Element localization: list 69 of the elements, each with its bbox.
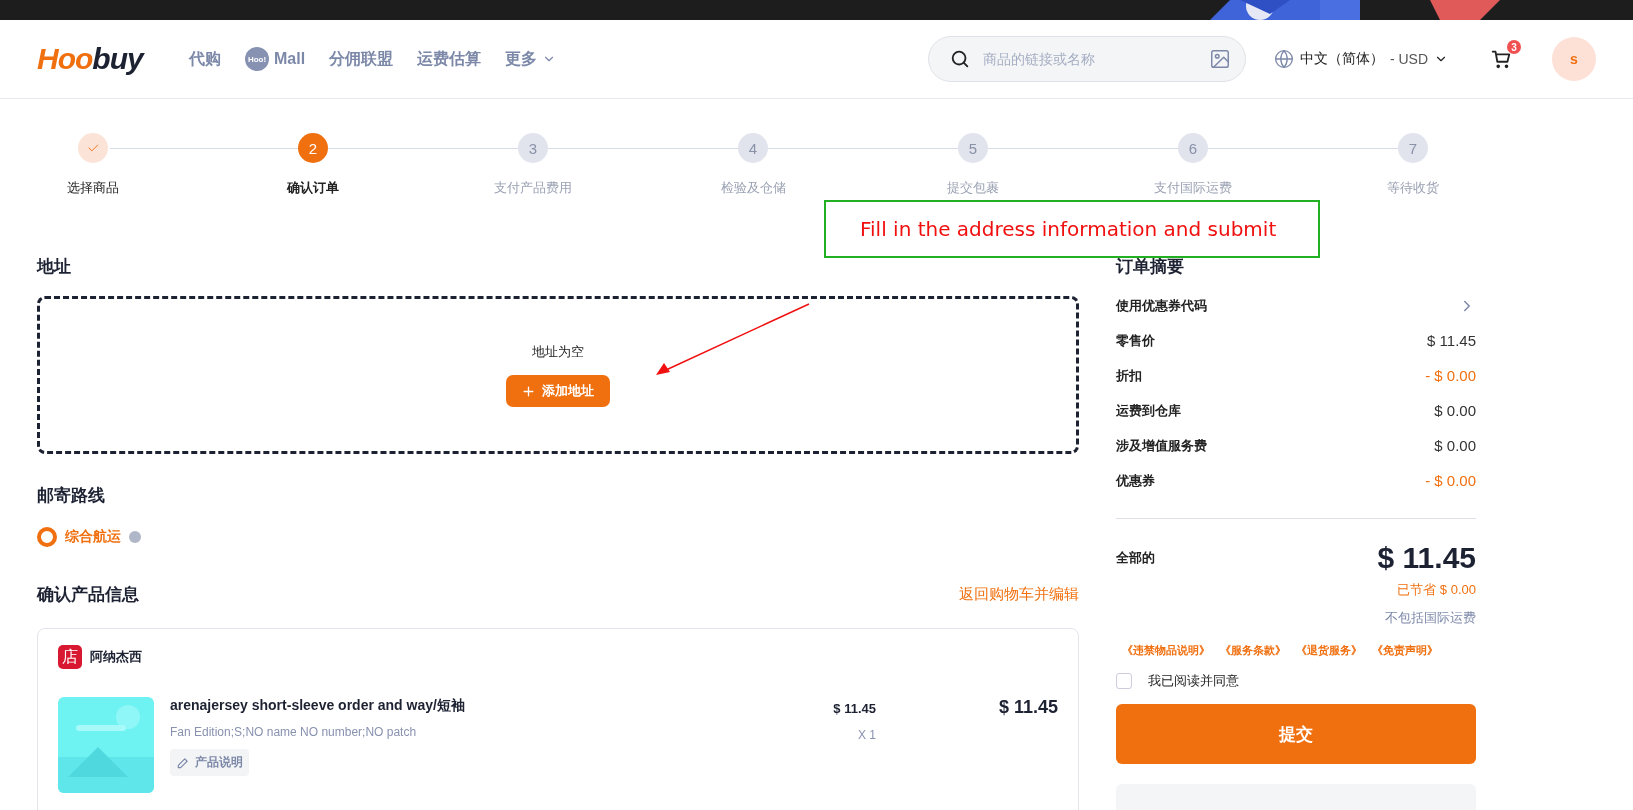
unit-price: $ 11.45 <box>833 701 876 716</box>
step-number: 7 <box>1398 133 1428 163</box>
user-avatar[interactable]: s <box>1552 37 1596 81</box>
more-menu[interactable]: 更多 <box>505 48 557 70</box>
section-title: 确认产品信息 <box>37 584 139 606</box>
nav-link[interactable]: 分佣联盟 <box>329 48 394 70</box>
store-icon: 店 <box>58 645 82 669</box>
cart-count-badge: 3 <box>1507 40 1521 54</box>
cart-icon <box>1490 48 1512 70</box>
item-total: $ 11.45 <box>998 697 1058 718</box>
summary-value: $ 0.00 <box>1434 402 1476 419</box>
edit-icon <box>176 755 190 770</box>
quantity: X 1 <box>858 728 876 742</box>
legal-link[interactable]: 《退货服务》 <box>1296 643 1362 658</box>
legal-link[interactable]: 《违禁物品说明》 <box>1122 643 1210 658</box>
summary-value: - $ 0.00 <box>1425 472 1476 489</box>
logo[interactable]: Hoobuy <box>37 42 149 76</box>
step-label: 确认订单 <box>287 179 339 197</box>
step-label: 选择商品 <box>67 179 119 197</box>
legal-link[interactable]: 《服务条款》 <box>1220 643 1286 658</box>
back-to-cart-link[interactable]: 返回购物车并编辑 <box>959 585 1079 604</box>
summary-value: $ 11.45 <box>1427 332 1476 349</box>
empty-address-text: 地址为空 <box>532 343 584 361</box>
step-label: 提交包裹 <box>947 179 999 197</box>
summary-label: 涉及增值服务费 <box>1116 436 1207 455</box>
legal-link[interactable]: 《免责声明》 <box>1372 643 1438 658</box>
nav-link[interactable]: 运费估算 <box>417 48 482 70</box>
section-title: 邮寄路线 <box>37 485 106 507</box>
step-number: 5 <box>958 133 988 163</box>
step-label: 检验及仓储 <box>720 179 786 197</box>
submit-button[interactable]: 提交 <box>1116 704 1476 764</box>
image-icon <box>1208 48 1231 70</box>
product-note-button[interactable]: 产品说明 <box>170 749 249 776</box>
mall-link[interactable]: Hoo! Mall <box>245 47 306 71</box>
globe-icon <box>1273 49 1294 69</box>
agree-label: 我已阅读并同意 <box>1148 672 1239 690</box>
search-field[interactable]: 商品的链接或名称 <box>927 36 1246 82</box>
summary-value: - $ 0.00 <box>1425 367 1476 384</box>
store-name: 阿纳杰西 <box>90 648 142 666</box>
step-number: 2 <box>298 133 328 163</box>
total-label: 全部的 <box>1116 549 1155 567</box>
language-selector[interactable]: 中文（简体） - USD <box>1273 49 1448 69</box>
shipping-option[interactable]: 综合航运 <box>37 527 1079 547</box>
step-label: 支付国际运费 <box>1154 179 1232 197</box>
product-specs: Fan Edition;S;NO name NO number;NO patch <box>170 725 417 739</box>
summary-value: $ 0.00 <box>1434 437 1476 454</box>
plus-icon <box>522 384 535 398</box>
step-label: 支付产品费用 <box>494 179 572 197</box>
search-input[interactable]: 商品的链接或名称 <box>980 50 1199 68</box>
agree-checkbox[interactable] <box>1116 673 1132 689</box>
summary-title: 订单摘要 <box>1116 256 1185 278</box>
step-number: 4 <box>738 133 768 163</box>
radio-button[interactable] <box>37 527 57 547</box>
summary-label: 零售价 <box>1116 331 1155 350</box>
summary-label: 运费到仓库 <box>1116 401 1181 420</box>
step-number: 6 <box>1178 133 1208 163</box>
add-address-button[interactable]: 添加地址 <box>506 375 610 407</box>
step-label: 等待收货 <box>1387 179 1439 197</box>
nav-link[interactable]: 代购 <box>189 48 221 70</box>
saved-amount: 已节省 $ 0.00 <box>1396 581 1476 599</box>
shipping-note: 不包括国际运费 <box>1384 609 1476 627</box>
product-title: arenajersey short-sleeve order and way/短袖 <box>170 697 465 715</box>
annotation-text: Fill in the address information and submit <box>860 217 1277 241</box>
total-amount: $ 11.45 <box>1377 541 1476 575</box>
summary-label: 折扣 <box>1116 366 1142 385</box>
section-title: 地址 <box>37 256 72 278</box>
summary-label: 优惠券 <box>1116 471 1155 490</box>
step-number: 3 <box>518 133 548 163</box>
coupon-code-row[interactable]: 使用优惠券代码 <box>1116 288 1476 323</box>
